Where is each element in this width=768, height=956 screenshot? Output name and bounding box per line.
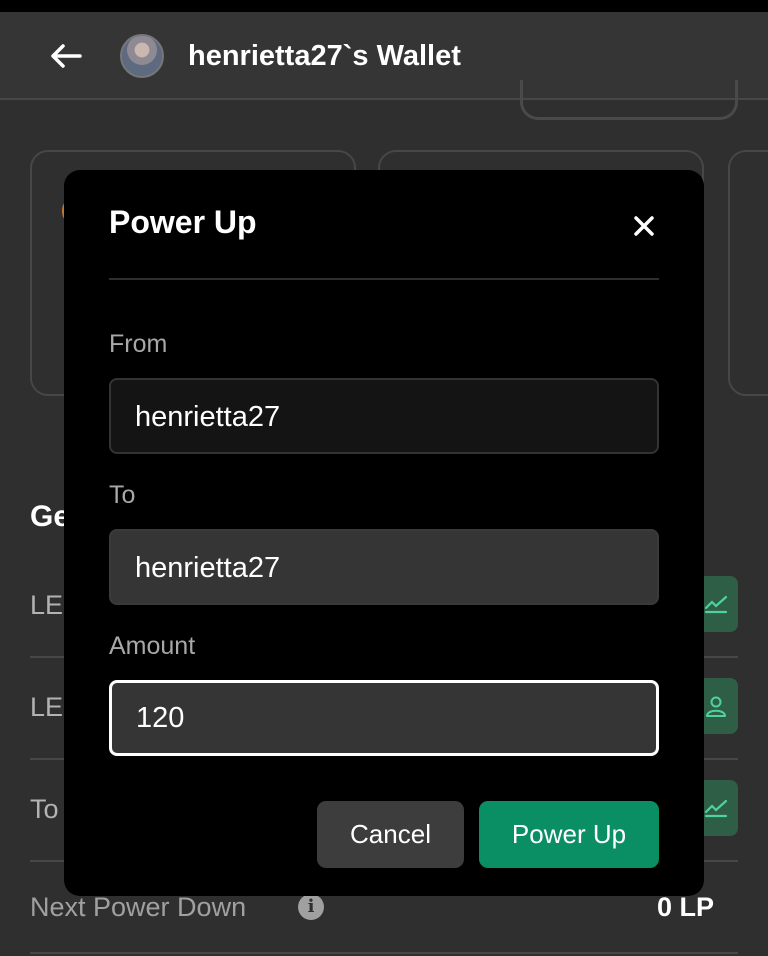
row-label: LE [30,692,64,722]
chart-icon [704,799,728,818]
row-label: To [30,794,59,824]
dialog-title: Power Up [109,204,257,240]
amount-input[interactable] [109,680,659,756]
power-up-button[interactable]: Power Up [479,801,659,868]
next-power-down-value: 0 LP [656,892,714,922]
background-pill [520,80,738,120]
status-bar [0,0,768,12]
to-label: To [109,481,136,509]
next-power-down-label: Next Power Down [30,892,247,922]
cancel-button[interactable]: Cancel [317,801,464,868]
to-field[interactable]: henrietta27 [109,529,659,605]
close-icon [634,216,654,236]
background-card [728,150,768,396]
close-button[interactable] [624,206,664,246]
back-button[interactable] [44,34,88,78]
user-icon [706,696,726,717]
amount-label: Amount [109,632,196,660]
from-field[interactable]: henrietta27 [109,378,659,454]
page-title: henrietta27`s Wallet [188,40,461,72]
info-icon[interactable]: i [298,894,324,920]
row-label: LE [30,590,64,620]
avatar[interactable] [120,34,164,78]
chart-icon [704,595,728,614]
arrow-left-icon [51,44,82,68]
divider [109,278,659,280]
from-label: From [109,330,168,358]
power-up-dialog: Power Up From henrietta27 To henrietta27… [64,170,704,896]
